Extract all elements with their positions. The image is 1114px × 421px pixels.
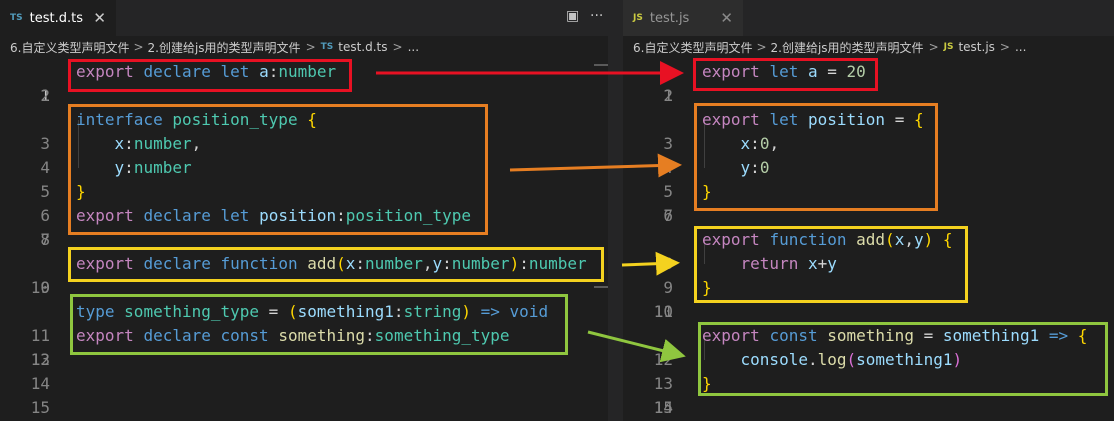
arrow-green: [587, 330, 686, 363]
arrow-orange: [509, 153, 682, 178]
arrow-yellow: [621, 251, 680, 276]
annotation-arrows: [376, 61, 686, 363]
